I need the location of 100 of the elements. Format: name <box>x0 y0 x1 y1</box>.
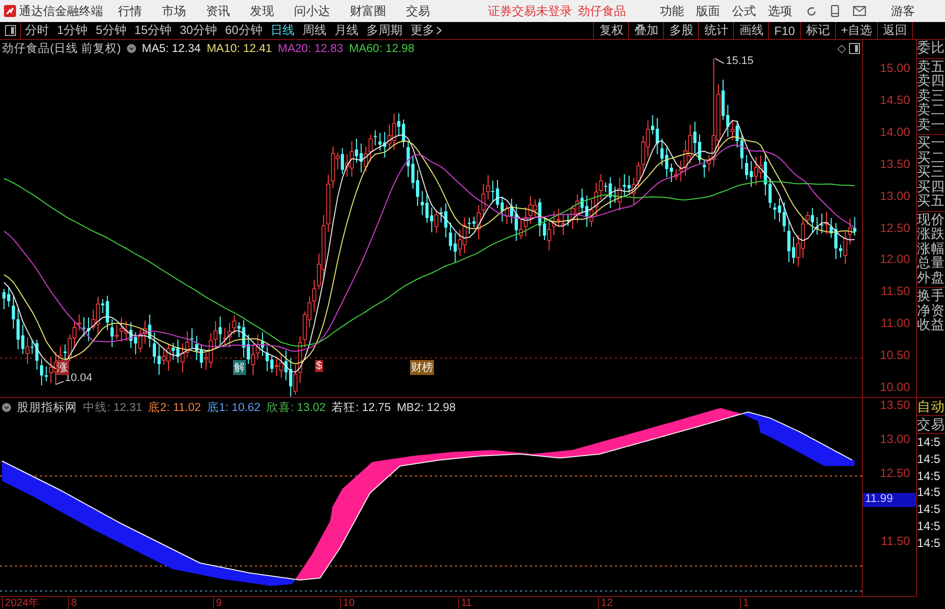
toolbar-button[interactable]: 叠加 <box>628 22 664 39</box>
trade-time: 14:5 <box>917 484 942 502</box>
ma-value-label: MA10: 12.41 <box>206 42 272 54</box>
menu-item[interactable]: 资讯 <box>206 2 230 20</box>
indicator-value-label: 底1: 10.62 <box>206 400 260 415</box>
quote-field-label: 买四 <box>917 180 945 194</box>
toolbar-button[interactable]: 标记 <box>800 22 835 39</box>
menu-item[interactable]: 财富圈 <box>350 2 386 20</box>
period-tab[interactable]: 15分钟 <box>130 22 176 39</box>
price-axis-label: 10.50 <box>880 348 910 362</box>
dropdown-icon[interactable] <box>126 44 136 53</box>
time-axis-label: 11 <box>458 597 472 609</box>
menu-item[interactable]: 功能 <box>660 2 684 20</box>
quote-field-label: 买三 <box>917 165 945 180</box>
mail-icon[interactable] <box>853 6 866 16</box>
period-tab[interactable]: 多周期 <box>362 22 406 39</box>
trade-header: 交易 <box>917 416 945 434</box>
ma-value-label: MA20: 12.83 <box>278 42 344 54</box>
quote-field-label: 卖一 <box>917 118 945 132</box>
price-axis-label: 11.00 <box>880 316 910 330</box>
quote-field-label: 卖三 <box>917 88 945 102</box>
time-axis-label: 12 <box>598 597 613 609</box>
toolbar-button[interactable]: 画线 <box>733 22 768 39</box>
diamond-button[interactable]: ◇ <box>838 42 846 55</box>
period-tab[interactable]: 1分钟 <box>53 22 92 39</box>
app-title: 通达信金融终端 <box>19 2 103 20</box>
stock-name: 劲仔食品 <box>578 2 626 20</box>
price-axis-label: 13.50 <box>880 156 910 171</box>
ma-value-label: MA60: 12.98 <box>349 42 414 54</box>
price-axis-label: 11.50 <box>880 284 910 298</box>
login-status[interactable]: 证券交易未登录 <box>488 2 572 20</box>
quote-field-label: 买二 <box>917 150 945 165</box>
price-axis-label: 14.00 <box>880 124 910 139</box>
toolbar-button[interactable]: 多股 <box>663 22 698 39</box>
panel-toggle-icon[interactable] <box>5 25 16 36</box>
refresh-icon[interactable] <box>806 6 817 16</box>
event-marker[interactable]: 财榜 <box>410 360 434 375</box>
quote-field-label: 买五 <box>917 194 945 208</box>
trade-time: 14:5 <box>917 518 942 535</box>
dropdown-icon[interactable] <box>2 403 11 412</box>
toolbar-button[interactable]: F10 <box>768 22 800 39</box>
quote-field-label: 委比 <box>917 41 945 56</box>
event-marker[interactable]: 涨 <box>56 360 69 375</box>
quote-field-label: 卖二 <box>917 103 945 118</box>
chart-title: 劲仔食品(日线 前复权) <box>2 42 121 56</box>
period-tab[interactable]: 30分钟 <box>176 22 222 39</box>
period-tab[interactable]: 60分钟 <box>221 22 266 39</box>
period-tab[interactable]: 更多 <box>406 22 446 39</box>
quote-field-label: 总量 <box>917 256 945 270</box>
low-price-label: 10.04 <box>64 372 92 384</box>
app-logo-icon <box>4 5 16 17</box>
quote-field-label: 换手 <box>917 289 945 304</box>
phone-icon[interactable] <box>831 5 839 17</box>
leader-line <box>55 380 64 385</box>
toolbar-button[interactable]: 复权 <box>593 22 628 39</box>
event-marker[interactable]: 解 <box>233 360 246 375</box>
quote-field-label: 卖四 <box>917 74 945 88</box>
time-axis-label: 2024年 <box>2 597 40 609</box>
indicator-axis-label: 13.00 <box>880 432 910 446</box>
indicator-value-label: 欣喜: 13.02 <box>266 400 326 415</box>
time-axis-label: 1 <box>740 597 749 609</box>
panel-toggle-icon[interactable] <box>849 43 860 54</box>
price-axis-label: 15.00 <box>880 61 910 75</box>
period-tab[interactable]: 月线 <box>330 22 362 39</box>
price-axis-label: 12.50 <box>880 220 910 234</box>
period-tab[interactable]: 分时 <box>21 22 53 39</box>
toolbar-button[interactable]: 统计 <box>698 22 734 39</box>
chevron-icon <box>436 26 442 35</box>
price-axis-label: 14.50 <box>880 92 910 107</box>
quote-field-label: 涨跌 <box>917 227 945 242</box>
quote-field-label: 卖五 <box>917 60 945 74</box>
menu-item[interactable]: 版面 <box>696 2 720 20</box>
indicator-value-label: 底2: 11.02 <box>148 400 201 415</box>
menu-item[interactable]: 行情 <box>118 2 142 20</box>
high-price-label: 15.15 <box>726 55 754 68</box>
indicator-value-label: 若狂: 12.75 <box>332 400 391 415</box>
period-tab[interactable]: 日线 <box>266 22 298 39</box>
menu-item[interactable]: 交易 <box>406 2 430 20</box>
price-axis-label: 10.00 <box>880 380 910 394</box>
period-tab[interactable]: 周线 <box>298 22 330 39</box>
toolbar-button[interactable]: 返回 <box>877 22 913 39</box>
time-axis-label: 10 <box>340 597 355 609</box>
indicator-value-label: MB2: 12.98 <box>396 402 456 414</box>
menu-item[interactable]: 选项 <box>768 2 792 20</box>
price-axis-label: 12.00 <box>880 252 910 266</box>
menu-item[interactable]: 问小达 <box>294 2 330 20</box>
menu-item[interactable]: 公式 <box>732 2 756 20</box>
toolbar-button[interactable]: +自选 <box>834 22 877 39</box>
menu-item[interactable]: 市场 <box>162 2 186 20</box>
auto-mode-toggle[interactable]: 自动 <box>917 398 945 416</box>
trade-time: 14:5 <box>917 534 942 552</box>
event-marker[interactable]: $ <box>315 360 324 372</box>
quote-field-label: 涨幅 <box>917 242 945 256</box>
quote-field-label: 买一 <box>917 136 945 150</box>
indicator-value-label: 中线: 12.31 <box>83 400 142 415</box>
indicator-axis-label: 13.50 <box>880 398 910 412</box>
period-tab[interactable]: 5分钟 <box>92 22 130 39</box>
menu-item[interactable]: 发现 <box>250 2 274 20</box>
user-label[interactable]: 游客 <box>891 2 915 20</box>
price-axis-label: 13.00 <box>880 188 910 203</box>
